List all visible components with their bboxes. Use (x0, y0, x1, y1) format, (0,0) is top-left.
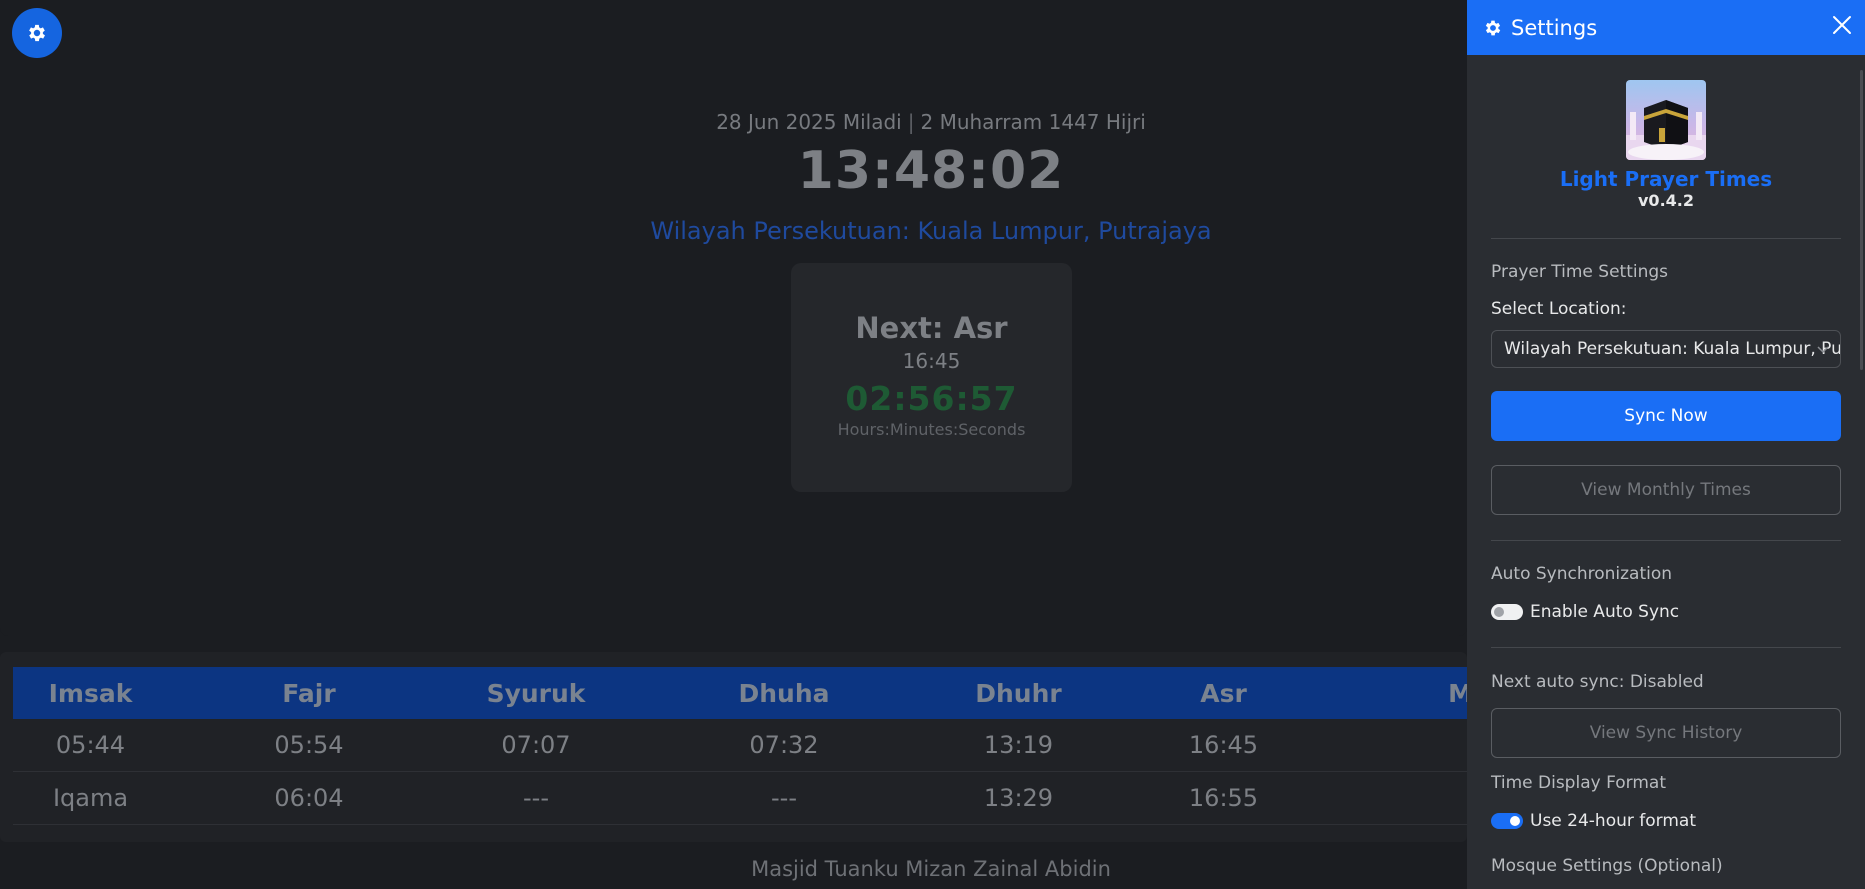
iqama-dhuhr: 13:29 (946, 771, 1091, 825)
prayer-times-table: Imsak Fajr Syuruk Dhuha Dhuhr Asr M 05:4… (13, 667, 1473, 825)
next-prayer-card: Next: Asr 16:45 02:56:57 Hours:Minutes:S… (791, 263, 1072, 492)
auto-sync-toggle[interactable] (1491, 604, 1523, 620)
divider (1491, 540, 1841, 541)
header-dhuhr: Dhuhr (946, 667, 1091, 719)
time-imsak: 05:44 (13, 719, 168, 772)
view-monthly-button[interactable]: View Monthly Times (1491, 465, 1841, 515)
prayer-settings-title: Prayer Time Settings (1491, 262, 1669, 282)
next-auto-sync-text: Next auto sync: Disabled (1491, 672, 1704, 692)
time-dhuha: 07:32 (622, 719, 946, 772)
auto-sync-row: Enable Auto Sync (1491, 602, 1679, 622)
time-asr: 16:45 (1091, 719, 1356, 772)
time-maghrib (1356, 719, 1473, 772)
close-settings-button[interactable] (1831, 14, 1853, 40)
settings-title: Settings (1511, 15, 1598, 40)
settings-header: Settings (1467, 0, 1865, 55)
divider (1491, 647, 1841, 648)
time-format-row: Use 24-hour format (1491, 811, 1696, 831)
sync-now-button[interactable]: Sync Now (1491, 391, 1841, 441)
header-syuruk: Syuruk (450, 667, 622, 719)
iqama-maghrib (1356, 771, 1473, 825)
auto-sync-label: Enable Auto Sync (1530, 602, 1680, 622)
date-miladi: 28 Jun 2025 Miladi (716, 110, 902, 134)
table-header-row: Imsak Fajr Syuruk Dhuha Dhuhr Asr M (13, 667, 1473, 719)
time-dhuhr: 13:19 (946, 719, 1091, 772)
time-format-toggle[interactable] (1491, 813, 1523, 829)
chevron-down-icon (1817, 346, 1829, 354)
kaaba-logo (1626, 80, 1706, 160)
app-name: Light Prayer Times (1559, 167, 1773, 191)
location-select-value: Wilayah Persekutuan: Kuala Lumpur, Putra… (1504, 339, 1841, 359)
header-fajr: Fajr (168, 667, 450, 719)
time-syuruk: 07:07 (450, 719, 622, 772)
location-select[interactable]: Wilayah Persekutuan: Kuala Lumpur, Putra… (1491, 330, 1841, 368)
main-area: 28 Jun 2025 Miladi | 2 Muharram 1447 Hijri… (0, 0, 1473, 889)
hero-section (0, 0, 1467, 636)
iqama-label: Iqama (13, 771, 168, 825)
toggle-knob (1510, 816, 1520, 826)
divider (1491, 238, 1841, 239)
table-row: 05:44 05:54 07:07 07:32 13:19 16:45 (13, 719, 1473, 772)
header-maghrib: M (1356, 667, 1473, 719)
countdown-timer: 02:56:57 (845, 379, 1018, 418)
next-prayer-time: 16:45 (902, 349, 961, 373)
time-fajr: 05:54 (168, 719, 450, 772)
iqama-dhuha: --- (622, 771, 946, 825)
toggle-knob (1494, 607, 1504, 617)
view-sync-history-button[interactable]: View Sync History (1491, 708, 1841, 758)
location-label: Select Location: (1491, 299, 1627, 319)
time-format-title: Time Display Format (1491, 773, 1666, 793)
header-dhuha: Dhuha (622, 667, 946, 719)
time-format-label: Use 24-hour format (1530, 811, 1696, 831)
auto-sync-title: Auto Synchronization (1491, 564, 1673, 584)
prayer-times-table-card: Imsak Fajr Syuruk Dhuha Dhuhr Asr M 05:4… (0, 652, 1473, 842)
gear-icon (29, 24, 45, 42)
iqama-asr: 16:55 (1091, 771, 1356, 825)
date-hijri: 2 Muharram 1447 Hijri (920, 110, 1146, 134)
app-version: v0.4.2 (1638, 191, 1694, 210)
iqama-syuruk: --- (450, 771, 622, 825)
open-settings-button[interactable] (12, 8, 62, 58)
panel-scrollbar[interactable] (1860, 70, 1863, 370)
iqama-fajr: 06:04 (168, 771, 450, 825)
date-separator: | (907, 110, 915, 134)
header-imsak: Imsak (13, 667, 168, 719)
mosque-settings-title: Mosque Settings (Optional) (1491, 856, 1723, 876)
next-prayer-title: Next: Asr (855, 311, 1008, 345)
settings-panel: Settings Light Prayer Times v0.4.2 Praye… (1467, 0, 1865, 889)
gear-icon (1483, 18, 1503, 38)
countdown-units: Hours:Minutes:Seconds (837, 420, 1026, 439)
close-icon (1833, 16, 1851, 34)
header-asr: Asr (1091, 667, 1356, 719)
table-row: Iqama 06:04 --- --- 13:29 16:55 (13, 771, 1473, 825)
